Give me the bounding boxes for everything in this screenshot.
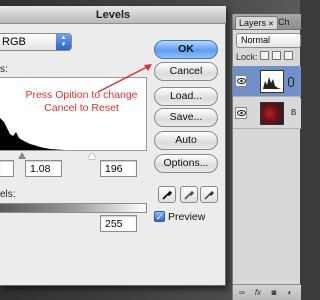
channel-select[interactable]: RGB ▲ ▼ bbox=[0, 33, 72, 51]
input-white-field[interactable]: 196 bbox=[100, 160, 137, 177]
tab-layers[interactable]: Layers ✕ bbox=[235, 16, 278, 29]
ok-button[interactable]: OK bbox=[154, 40, 218, 59]
layer-thumbnail-image bbox=[260, 102, 284, 125]
gamma-slider-handle[interactable] bbox=[18, 152, 26, 159]
black-eyedropper-icon[interactable] bbox=[158, 186, 176, 203]
lock-transparency-icon[interactable] bbox=[260, 51, 269, 60]
dialog-titlebar[interactable]: Levels bbox=[0, 6, 226, 24]
cancel-button[interactable]: Cancel bbox=[154, 62, 218, 81]
preview-label: Preview bbox=[168, 211, 206, 223]
options-button[interactable]: Options... bbox=[154, 154, 218, 173]
output-white-field[interactable]: 255 bbox=[100, 215, 137, 232]
annotation-line-1: Press Opition to change bbox=[25, 89, 138, 101]
save-button[interactable]: Save... bbox=[154, 108, 218, 127]
layer-name: B bbox=[291, 108, 297, 117]
annotation-line-2: Cancel to Reset bbox=[44, 102, 119, 114]
output-gradient-bar bbox=[0, 203, 147, 213]
levels-dialog: Levels RGB ▲ ▼ s: 1.08 196 els: 255 OK Ca… bbox=[0, 6, 226, 286]
layer-row-background[interactable]: B bbox=[233, 98, 301, 129]
gray-eyedropper-icon[interactable] bbox=[180, 186, 198, 203]
dialog-title: Levels bbox=[95, 9, 131, 21]
input-slider[interactable] bbox=[0, 152, 147, 160]
layers-panel: Layers ✕ Ch Normal Lock: B ∞ fx ◙ ◐ bbox=[232, 14, 301, 300]
layers-tab-bar: Layers ✕ Ch bbox=[233, 14, 301, 30]
select-arrows-icon: ▲ ▼ bbox=[56, 34, 71, 50]
layers-footer: ∞ fx ◙ ◐ bbox=[233, 284, 301, 300]
layer-row-levels[interactable] bbox=[233, 66, 301, 97]
close-icon[interactable]: ✕ bbox=[268, 21, 274, 28]
lock-pixels-icon[interactable] bbox=[272, 51, 281, 60]
mask-link-icon bbox=[288, 77, 294, 87]
eye-icon[interactable] bbox=[235, 107, 247, 119]
output-levels-label: els: bbox=[0, 189, 16, 200]
input-gamma-field[interactable]: 1.08 bbox=[25, 160, 62, 177]
blend-mode-select[interactable]: Normal bbox=[236, 33, 301, 48]
levels-adjustment-icon bbox=[260, 70, 284, 93]
white-eyedropper-icon[interactable] bbox=[200, 186, 218, 203]
mask-icon[interactable]: ◙ bbox=[268, 287, 280, 299]
annotation-text: Press Opition to change Cancel to Reset bbox=[14, 89, 149, 115]
lock-label: Lock: bbox=[236, 52, 258, 62]
preview-checkbox[interactable]: ✓ bbox=[154, 211, 165, 222]
channel-value: RGB bbox=[2, 36, 26, 48]
tab-layers-label: Layers bbox=[239, 18, 267, 28]
lock-position-icon[interactable] bbox=[284, 51, 293, 60]
input-levels-label: s: bbox=[0, 64, 8, 75]
link-icon[interactable]: ∞ bbox=[236, 287, 248, 299]
input-black-field[interactable] bbox=[0, 160, 14, 177]
white-slider-handle[interactable] bbox=[88, 152, 96, 159]
eye-icon[interactable] bbox=[235, 75, 247, 87]
adjustment-icon[interactable]: ◐ bbox=[284, 287, 296, 299]
auto-button[interactable]: Auto bbox=[154, 131, 218, 150]
load-button[interactable]: Load... bbox=[154, 87, 218, 106]
tab-channels[interactable]: Ch bbox=[275, 16, 293, 29]
fx-icon[interactable]: fx bbox=[252, 287, 264, 299]
